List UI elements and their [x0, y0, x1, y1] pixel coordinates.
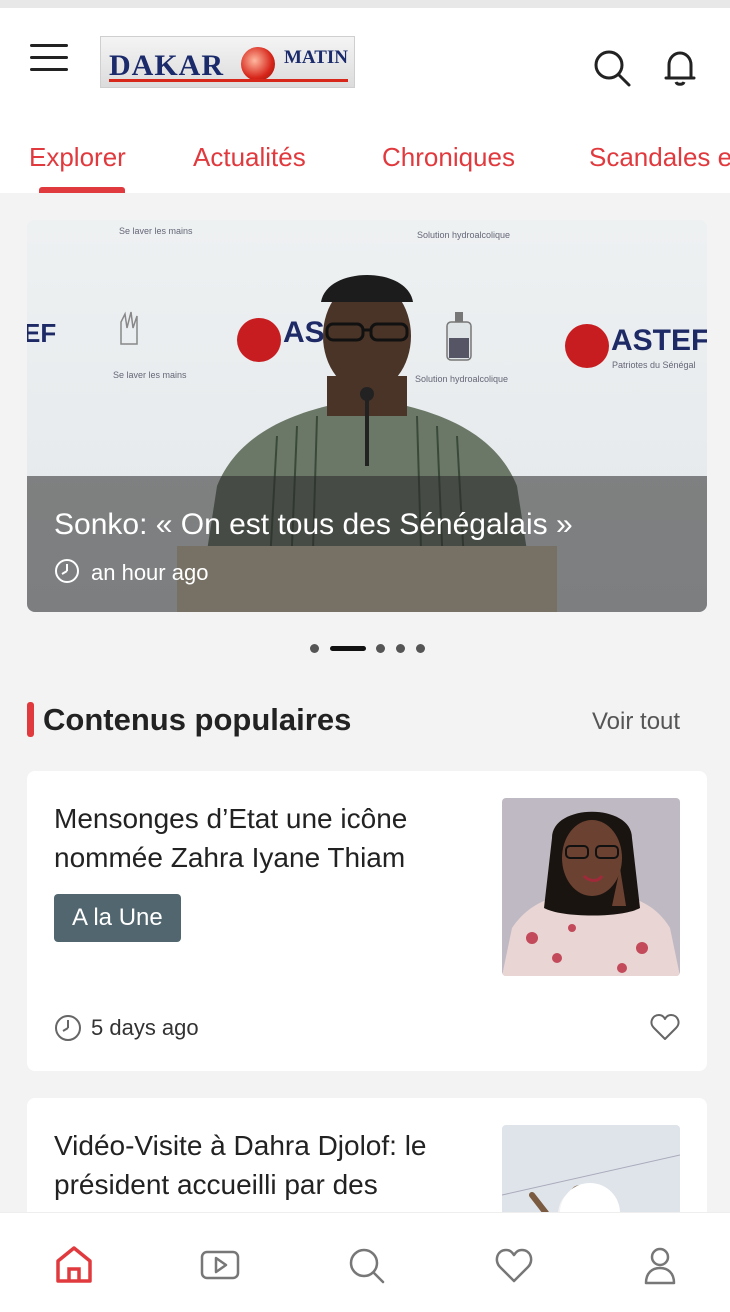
- slide-title[interactable]: Sonko: « On est tous des Sénégalais »: [54, 508, 573, 542]
- category-tabs: Explorer Actualités Chroniques Scandales…: [0, 108, 730, 193]
- profile-icon: [644, 1247, 676, 1285]
- pagination-dot[interactable]: [310, 644, 319, 653]
- nav-search[interactable]: [344, 1243, 388, 1287]
- banner-text-sanitizer: Solution hydroalcolique: [417, 230, 511, 240]
- pagination-dot-active[interactable]: [330, 646, 366, 651]
- slide-timestamp: an hour ago: [91, 560, 209, 585]
- home-icon: [56, 1246, 92, 1283]
- app-logo[interactable]: DAKAR MATIN: [100, 36, 355, 88]
- article-title[interactable]: Mensonges d’Etat une icône nommée Zahra …: [54, 799, 464, 877]
- tab-actualites[interactable]: Actualités: [193, 142, 306, 173]
- featured-carousel[interactable]: Se laver les mains Solution hydroalcoliq…: [27, 220, 707, 612]
- active-tab-indicator: [39, 187, 125, 193]
- search-button[interactable]: [592, 48, 632, 88]
- logo-text-sub: MATIN: [284, 47, 349, 68]
- tab-scandales[interactable]: Scandales et: [589, 142, 730, 173]
- heart-icon: [495, 1248, 533, 1283]
- search-icon: [594, 50, 631, 87]
- section-accent-bar: [27, 702, 34, 737]
- bottom-navigation: [0, 1212, 730, 1312]
- status-bar: [0, 0, 730, 8]
- pastef-banner-right: ASTEF: [611, 324, 707, 357]
- see-all-link[interactable]: Voir tout: [592, 708, 680, 736]
- article-card[interactable]: Mensonges d’Etat une icône nommée Zahra …: [27, 771, 707, 1071]
- notifications-button[interactable]: [660, 48, 700, 88]
- nav-profile[interactable]: [638, 1243, 682, 1287]
- app-header: DAKAR MATIN: [0, 8, 730, 108]
- hands-icon: [120, 311, 138, 345]
- menu-icon: [30, 44, 68, 47]
- tab-explorer[interactable]: Explorer: [29, 142, 126, 173]
- menu-icon-line: [30, 56, 68, 59]
- clock-icon: [55, 559, 79, 583]
- pagination-dot[interactable]: [396, 644, 405, 653]
- logo-text-main: DAKAR: [109, 49, 224, 82]
- pagination-dot[interactable]: [416, 644, 425, 653]
- clock-icon: [55, 1015, 81, 1041]
- article-timestamp: 5 days ago: [91, 1015, 199, 1040]
- logo-underline: [109, 79, 348, 82]
- pastef-banner-left: EF: [27, 318, 57, 348]
- search-icon: [349, 1248, 385, 1284]
- menu-icon-line: [30, 68, 68, 71]
- article-thumbnail[interactable]: [502, 798, 680, 976]
- bell-icon: [664, 51, 696, 86]
- favorite-heart-icon[interactable]: [649, 1011, 681, 1043]
- menu-button[interactable]: [30, 44, 70, 74]
- globe-icon: [241, 47, 275, 81]
- nav-videos[interactable]: [198, 1243, 242, 1287]
- banner-text-wash-2: Se laver les mains: [113, 370, 187, 380]
- tab-chroniques[interactable]: Chroniques: [382, 142, 515, 173]
- pastef-logo-icon: [565, 324, 609, 368]
- nav-home[interactable]: [52, 1243, 96, 1287]
- video-icon: [200, 1250, 240, 1280]
- pagination-dot[interactable]: [376, 644, 385, 653]
- section-title: Contenus populaires: [43, 702, 352, 737]
- article-title[interactable]: Vidéo-Visite à Dahra Djolof: le présiden…: [54, 1126, 464, 1204]
- banner-text-wash: Se laver les mains: [119, 226, 193, 236]
- woman-portrait-image: [502, 798, 680, 976]
- banner-text-patriotes: Patriotes du Sénégal: [612, 360, 696, 370]
- slide-caption-overlay: [27, 476, 707, 612]
- nav-favorites[interactable]: [492, 1243, 536, 1287]
- category-tag[interactable]: A la Une: [54, 894, 181, 942]
